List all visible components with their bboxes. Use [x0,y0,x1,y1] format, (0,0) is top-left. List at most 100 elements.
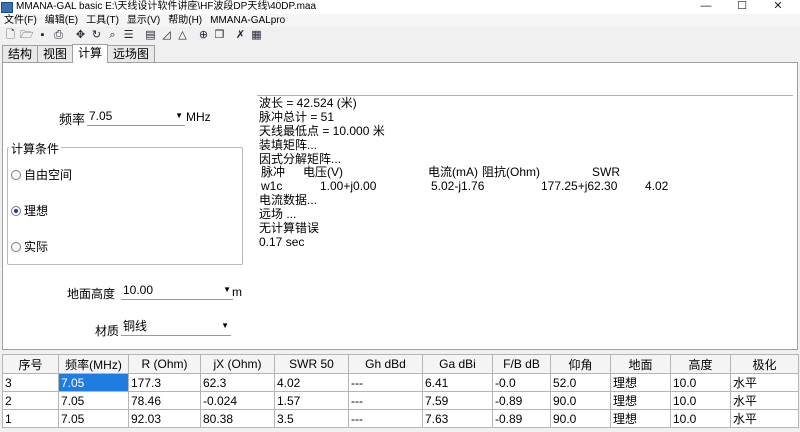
col-header-resistance[interactable]: R (Ohm) [128,354,201,374]
col-header-reactance[interactable]: jX (Ohm) [200,354,275,374]
print-icon[interactable]: ⎙ [52,29,65,42]
conditions-title: 计算条件 [9,140,62,157]
table-cell[interactable]: -0.0 [492,373,551,392]
document-icon[interactable]: ▤ [144,29,157,42]
table-cell[interactable]: -0.89 [492,391,551,410]
col-header-frequency[interactable]: 频率(MHz) [58,354,129,374]
rotate-icon[interactable]: ↻ [90,29,103,42]
table-cell[interactable]: 7.05 [58,409,129,428]
output-header-voltage: 电压(V) [303,165,343,180]
col-header-index[interactable]: 序号 [2,354,59,374]
maximize-button[interactable]: ☐ [724,0,760,14]
table-cell[interactable]: --- [348,373,423,392]
table-row[interactable]: 1 7.05 92.03 80.38 3.5 --- 7.63 -0.89 90… [2,409,799,428]
table-cell[interactable]: 3 [2,373,59,392]
results-table: 序号 频率(MHz) R (Ohm) jX (Ohm) SWR 50 Gh dB… [2,354,799,428]
table-cell[interactable]: 1.57 [274,391,349,410]
menu-edit[interactable]: 编辑(E) [41,14,82,27]
table-cell[interactable]: 10.0 [670,391,731,410]
table-cell[interactable]: 7.63 [422,409,493,428]
table-cell[interactable]: 7.05 [58,391,129,410]
move-icon[interactable]: ✥ [74,29,87,42]
minimize-button[interactable]: — [688,0,724,14]
tab-far-field[interactable]: 远场图 [107,45,156,62]
diagram-icon[interactable]: ◿ [160,29,173,42]
menu-tools[interactable]: 工具(T) [82,14,123,27]
table-cell[interactable]: 水平 [730,409,799,428]
table-cell[interactable]: --- [348,409,423,428]
table-cell[interactable]: 4.02 [274,373,349,392]
col-header-swr[interactable]: SWR 50 [274,354,349,374]
table-cell[interactable]: 水平 [730,373,799,392]
dropdown-arrow-icon[interactable]: ▼ [221,318,229,334]
radio-ideal[interactable]: 理想 [11,202,48,219]
wire-edit-icon[interactable]: ☰ [122,29,135,42]
ground-height-combo[interactable]: 10.00 ▼ [121,282,233,300]
dropdown-arrow-icon[interactable]: ▼ [223,282,231,298]
table-cell[interactable]: 52.0 [550,373,611,392]
tab-calculate[interactable]: 计算 [72,44,109,63]
table-cell[interactable]: 理想 [610,373,671,392]
table-cell[interactable]: 92.03 [128,409,201,428]
table-cell[interactable]: 90.0 [550,409,611,428]
tab-view[interactable]: 视图 [37,45,74,62]
col-header-polarization[interactable]: 极化 [730,354,799,374]
table-cell[interactable]: 62.3 [200,373,275,392]
table-cell[interactable]: 177.3 [128,373,201,392]
copy-icon[interactable]: ❐ [213,29,226,42]
table-cell[interactable]: 2 [2,391,59,410]
new-file-icon[interactable]: 🗋 [4,29,17,42]
table-cell[interactable]: 78.46 [128,391,201,410]
output-row-current: 5.02-j1.76 [431,179,485,194]
table-cell[interactable]: 理想 [610,409,671,428]
close-button[interactable]: ✕ [760,0,796,14]
table-cell[interactable]: 10.0 [670,373,731,392]
output-header-pulse: 脉冲 [261,165,286,180]
frequency-combo[interactable]: 7.05 ▼ [87,108,185,126]
menu-help[interactable]: 帮助(H) [164,14,206,27]
table-cell[interactable]: 3.5 [274,409,349,428]
radio-free-space[interactable]: 自由空间 [11,166,72,183]
col-header-fb[interactable]: F/B dB [492,354,551,374]
table-row[interactable]: 2 7.05 78.46 -0.024 1.57 --- 7.59 -0.89 … [2,391,799,410]
zoom-icon[interactable]: ⌕ [106,29,119,42]
table-cell[interactable]: 理想 [610,391,671,410]
table-cell[interactable]: -0.024 [200,391,275,410]
menu-file[interactable]: 文件(F) [0,14,41,27]
output-header-swr: SWR [592,165,620,180]
table-cell[interactable]: 80.38 [200,409,275,428]
table-cell[interactable]: 1 [2,409,59,428]
window-title: MMANA-GAL basic E:\天线设计软件讲座\HF波段DP天线\40D… [16,1,317,12]
table-cell[interactable]: 6.41 [422,373,493,392]
col-header-height[interactable]: 高度 [670,354,731,374]
menu-bar: 文件(F) 编辑(E) 工具(T) 显示(V) 帮助(H) MMANA-GALp… [0,14,800,27]
table-cell[interactable]: 10.0 [670,409,731,428]
material-combo[interactable]: 铜线 ▼ [121,318,231,336]
calculator-icon[interactable]: ▦ [250,29,263,42]
save-icon[interactable]: ▪ [36,29,49,42]
menu-view[interactable]: 显示(V) [123,14,164,27]
table-cell[interactable]: 水平 [730,391,799,410]
output-lowest-point: 天线最低点 = 10.000 米 [259,123,385,138]
radio-real[interactable]: 实际 [11,238,48,255]
table-row[interactable]: 3 7.05 177.3 62.3 4.02 --- 6.41 -0.0 52.… [2,373,799,392]
table-cell-selected[interactable]: 7.05 [58,373,129,392]
open-folder-icon[interactable]: 🗁 [20,29,34,42]
table-cell[interactable]: 7.59 [422,391,493,410]
tab-geometry[interactable]: 结构 [2,45,39,62]
menu-gal-pro[interactable]: MMANA-GALpro [206,14,289,27]
dropdown-arrow-icon[interactable]: ▼ [175,108,183,124]
col-header-ga[interactable]: Ga dBi [422,354,493,374]
target-icon[interactable]: ⊕ [197,29,210,42]
table-cell[interactable]: 90.0 [550,391,611,410]
output-header-row: 脉冲 电压(V) 电流(mA) 阻抗(Ohm) SWR [259,165,793,179]
col-header-ground[interactable]: 地面 [610,354,671,374]
col-header-gh[interactable]: Gh dBd [348,354,423,374]
table-cell[interactable]: --- [348,391,423,410]
output-time: 0.17 sec [259,234,305,249]
ground-height-unit: m [232,285,242,299]
triangle-icon[interactable]: △ [176,29,189,42]
table-cell[interactable]: -0.89 [492,409,551,428]
col-header-elevation[interactable]: 仰角 [550,354,611,374]
tools-icon[interactable]: ✗ [234,29,247,42]
